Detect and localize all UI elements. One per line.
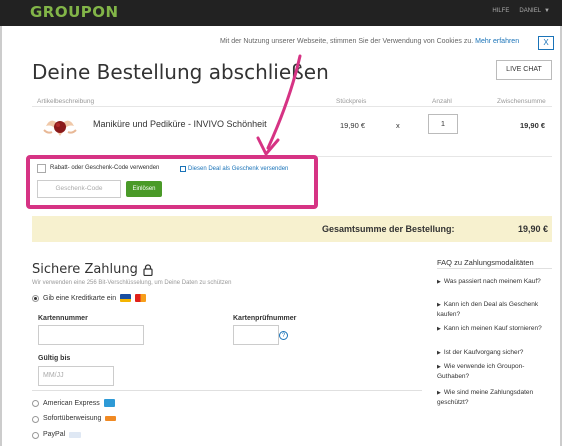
- paypal-radio[interactable]: [32, 432, 39, 439]
- amex-option[interactable]: American Express: [43, 399, 115, 407]
- cookie-more-link[interactable]: Mehr erfahren: [475, 38, 519, 45]
- caret-right-icon: ▶: [437, 302, 441, 308]
- sofort-label: Sofortüberweisung: [43, 415, 102, 422]
- sofort-option[interactable]: Sofortüberweisung: [43, 415, 117, 422]
- user-menu[interactable]: DANIEL ▼: [519, 8, 550, 14]
- column-header-quantity: Anzahl: [432, 98, 452, 105]
- card-number-input[interactable]: [38, 325, 144, 345]
- column-header-unit-price: Stückpreis: [336, 98, 367, 105]
- cookie-text: Mit der Nutzung unserer Webseite, stimme…: [220, 38, 474, 45]
- product-image: [43, 120, 77, 136]
- faq-item-label: Was passiert nach meinem Kauf?: [443, 278, 541, 285]
- faq-divider: [437, 268, 552, 269]
- times-sign: x: [396, 121, 400, 130]
- product-name: Maniküre und Pediküre - INVIVO Schönheit: [93, 119, 267, 129]
- redeem-button[interactable]: Einlösen: [126, 181, 162, 197]
- frame-border-left: [0, 26, 2, 446]
- faq-item-label: Kann ich den Deal als Geschenk kaufen?: [437, 301, 539, 318]
- caret-right-icon: ▶: [437, 364, 441, 370]
- order-total-value: 19,90 €: [518, 224, 549, 234]
- order-total-label: Gesamtsumme der Bestellung:: [322, 224, 455, 234]
- credit-card-radio[interactable]: [32, 295, 39, 302]
- faq-item[interactable]: ▶ Wie sind meine Zahlungsdaten geschützt?: [437, 388, 552, 408]
- secure-payment-heading: Sichere Zahlung: [32, 262, 138, 277]
- lock-icon: [143, 263, 153, 276]
- column-header-description: Artikelbeschreibung: [37, 98, 95, 105]
- amex-label: American Express: [43, 399, 100, 407]
- faq-item[interactable]: ▶ Was passiert nach meinem Kauf?: [437, 277, 552, 287]
- gift-icon: [180, 166, 186, 172]
- sofort-radio[interactable]: [32, 416, 39, 423]
- top-navigation-bar: GROUPON HILFE DANIEL ▼: [0, 0, 562, 26]
- column-header-subtotal: Zwischensumme: [497, 98, 546, 105]
- caret-right-icon: ▶: [437, 390, 441, 396]
- cookie-notice: Mit der Nutzung unserer Webseite, stimme…: [220, 38, 519, 45]
- live-chat-button[interactable]: LIVE CHAT: [496, 60, 552, 80]
- faq-item[interactable]: ▶ Ist der Kaufvorgang sicher?: [437, 348, 552, 358]
- paypal-label: PayPal: [43, 431, 66, 438]
- visa-icon: [120, 294, 132, 302]
- faq-item-label: Wie verwende ich Groupon-Guthaben?: [437, 363, 525, 380]
- help-icon[interactable]: ?: [279, 331, 288, 340]
- caret-right-icon: ▶: [437, 279, 441, 285]
- unit-price: 19,90 €: [340, 121, 366, 130]
- subtotal-value: 19,90 €: [520, 121, 546, 130]
- paypal-option[interactable]: PayPal: [43, 431, 82, 438]
- mastercard-icon: [135, 294, 147, 302]
- gift-deal-link[interactable]: Diesen Deal als Geschenk versenden: [180, 166, 288, 172]
- payment-divider: [32, 390, 422, 391]
- card-check-number-label: Kartenprüfnummer: [233, 315, 297, 322]
- card-number-label: Kartennummer: [38, 315, 88, 322]
- order-total-bar: [32, 216, 552, 242]
- user-name: DANIEL: [519, 8, 542, 14]
- caret-right-icon: ▶: [437, 350, 441, 356]
- groupon-logo[interactable]: GROUPON: [30, 3, 119, 21]
- coupon-checkbox[interactable]: [37, 164, 46, 173]
- secure-payment-title: Sichere Zahlung: [32, 262, 153, 277]
- faq-item-label: Wie sind meine Zahlungsdaten geschützt?: [437, 389, 534, 406]
- table-header-divider: [32, 106, 552, 107]
- faq-item-label: Kann ich meinen Kauf stornieren?: [443, 325, 542, 332]
- faq-title: FAQ zu Zahlungsmodalitäten: [437, 258, 534, 267]
- gift-deal-label: Diesen Deal als Geschenk versenden: [188, 166, 289, 172]
- help-link[interactable]: HILFE: [492, 8, 509, 14]
- chevron-down-icon: ▼: [544, 8, 550, 14]
- page-title: Deine Bestellung abschließen: [32, 60, 329, 84]
- quantity-input[interactable]: 1: [428, 114, 458, 134]
- amex-radio[interactable]: [32, 400, 39, 407]
- top-nav-links: HILFE DANIEL ▼: [492, 8, 550, 14]
- card-check-number-input[interactable]: [233, 325, 279, 345]
- paypal-icon: [69, 431, 82, 438]
- encryption-note: Wir verwenden eine 256 Bit-Verschlüsselu…: [32, 280, 232, 286]
- valid-until-label: Gültig bis: [38, 355, 71, 362]
- credit-card-option[interactable]: Gib eine Kreditkarte ein: [43, 294, 147, 302]
- credit-card-label: Gib eine Kreditkarte ein: [43, 294, 117, 302]
- coupon-checkbox-label[interactable]: Rabatt- oder Geschenk-Code verwenden: [50, 165, 159, 171]
- arrow-head: [256, 136, 280, 156]
- faq-item[interactable]: ▶ Kann ich meinen Kauf stornieren?: [437, 324, 552, 334]
- faq-item[interactable]: ▶ Wie verwende ich Groupon-Guthaben?: [437, 362, 552, 382]
- gift-code-input[interactable]: Geschenk-Code: [37, 180, 121, 198]
- faq-item-label: Ist der Kaufvorgang sicher?: [443, 349, 524, 356]
- caret-right-icon: ▶: [437, 326, 441, 332]
- cookie-close-button[interactable]: X: [538, 36, 554, 50]
- amex-icon: [103, 399, 115, 407]
- faq-item[interactable]: ▶ Kann ich den Deal als Geschenk kaufen?: [437, 300, 552, 320]
- sofort-icon: [105, 416, 117, 421]
- valid-until-input[interactable]: MM/JJ: [38, 366, 114, 386]
